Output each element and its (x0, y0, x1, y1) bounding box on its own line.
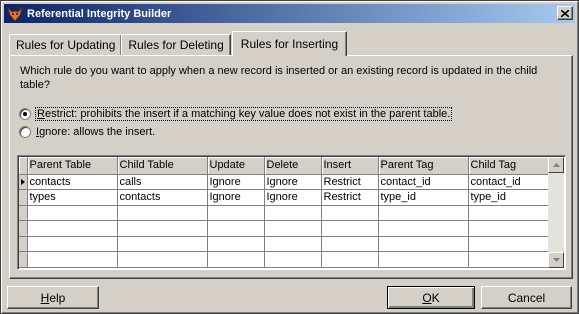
table-row[interactable]: contacts calls Ignore Ignore Restrict contact… (19, 174, 551, 190)
row-selector[interactable] (19, 174, 28, 190)
vertical-scrollbar[interactable] (548, 157, 564, 268)
grid-cell[interactable] (468, 236, 551, 252)
column-header[interactable]: Child Tag (468, 157, 551, 175)
grid-cell[interactable] (117, 251, 208, 268)
rule-question: Which rule do you want to apply when a n… (20, 65, 538, 91)
scroll-down-button[interactable] (548, 252, 564, 268)
tab-rules-updating[interactable]: Rules for Updating (9, 34, 123, 55)
restrict-label[interactable]: Restrict: prohibits the insert if a matc… (34, 107, 453, 121)
grid-cell[interactable]: type_id (378, 189, 469, 206)
grid-cell[interactable]: contact_id (378, 174, 469, 190)
grid-cell[interactable]: Restrict (321, 189, 379, 206)
ok-button[interactable]: OK (387, 286, 475, 309)
restrict-radio[interactable] (19, 108, 31, 120)
column-header[interactable]: Delete (264, 157, 322, 175)
grid-cell[interactable] (378, 251, 469, 268)
grid-header-row: Parent Table Child Table Update Delete I… (19, 157, 551, 175)
grid-corner (19, 157, 28, 175)
grid-cell[interactable]: contacts (117, 189, 208, 206)
grid-cell[interactable] (264, 205, 322, 221)
grid-cell[interactable]: Ignore (264, 174, 322, 190)
grid-cell[interactable] (321, 220, 379, 237)
row-selector[interactable] (19, 220, 28, 237)
grid-cell[interactable]: contacts (27, 174, 118, 190)
grid-cell[interactable] (207, 251, 265, 268)
rules-grid[interactable]: Parent Table Child Table Update Delete I… (17, 155, 566, 270)
grid-cell[interactable]: contact_id (468, 174, 551, 190)
column-header[interactable]: Parent Table (27, 157, 118, 175)
column-header[interactable]: Insert (321, 157, 379, 175)
tab-rules-deleting[interactable]: Rules for Deleting (121, 34, 231, 55)
restrict-option[interactable]: Restrict: prohibits the insert if a matc… (19, 107, 453, 121)
close-button[interactable] (557, 6, 573, 20)
table-row[interactable] (19, 251, 551, 268)
grid-cell[interactable]: types (27, 189, 118, 206)
grid-cell[interactable] (27, 236, 118, 252)
row-selector[interactable] (19, 251, 28, 268)
grid-cell[interactable] (207, 236, 265, 252)
row-selector[interactable] (19, 189, 28, 206)
grid-cell[interactable] (264, 251, 322, 268)
grid-cell[interactable] (378, 205, 469, 221)
grid-cell[interactable] (207, 220, 265, 237)
tab-strip: Rules for Updating Rules for Deleting Ru… (9, 31, 348, 56)
column-header[interactable]: Child Table (117, 157, 208, 175)
table-row[interactable] (19, 220, 551, 237)
current-row-icon (21, 178, 25, 185)
ignore-radio[interactable] (19, 126, 31, 138)
grid-cell[interactable] (468, 251, 551, 268)
grid-cell[interactable] (378, 236, 469, 252)
grid-cell[interactable] (117, 205, 208, 221)
grid-cell[interactable] (378, 220, 469, 237)
grid-cell[interactable] (264, 236, 322, 252)
table-row[interactable] (19, 236, 551, 252)
ignore-option[interactable]: Ignore: allows the insert. (19, 126, 155, 138)
grid-cell[interactable]: calls (117, 174, 208, 190)
fox-icon (7, 6, 23, 22)
title-bar: Referential Integrity Builder (4, 4, 575, 23)
grid-cell[interactable] (321, 205, 379, 221)
grid-cell[interactable] (27, 220, 118, 237)
close-icon (561, 9, 569, 17)
ignore-label[interactable]: Ignore: allows the insert. (36, 126, 155, 138)
grid-cell[interactable] (264, 220, 322, 237)
grid-cell[interactable] (117, 236, 208, 252)
grid-cell[interactable]: Ignore (207, 189, 265, 206)
column-header[interactable]: Update (207, 157, 265, 175)
grid-cell[interactable]: Ignore (207, 174, 265, 190)
grid-cell[interactable] (207, 205, 265, 221)
tab-panel: Which rule do you want to apply when a n… (9, 55, 573, 279)
row-selector[interactable] (19, 205, 28, 221)
grid-cell[interactable]: Ignore (264, 189, 322, 206)
grid-cell[interactable] (468, 220, 551, 237)
column-header[interactable]: Parent Tag (378, 157, 469, 175)
grid-cell[interactable] (117, 220, 208, 237)
grid-cell[interactable] (468, 205, 551, 221)
grid-cell[interactable]: type_id (468, 189, 551, 206)
table-row[interactable]: types contacts Ignore Ignore Restrict type_id… (19, 189, 551, 206)
grid-cell[interactable] (27, 205, 118, 221)
cancel-button[interactable]: Cancel (481, 286, 572, 309)
tab-rules-inserting[interactable]: Rules for Inserting (231, 31, 348, 56)
grid-cell[interactable] (321, 251, 379, 268)
arrow-down-icon (552, 258, 560, 262)
scroll-up-button[interactable] (548, 157, 564, 173)
grid-cell[interactable] (27, 251, 118, 268)
row-selector[interactable] (19, 236, 28, 252)
help-button[interactable]: Help (7, 286, 99, 309)
arrow-up-icon (552, 163, 560, 167)
window-title: Referential Integrity Builder (27, 7, 172, 20)
dialog-window: Referential Integrity Builder Rules for … (0, 0, 579, 314)
grid-cell[interactable]: Restrict (321, 174, 379, 190)
table-row[interactable] (19, 205, 551, 221)
rules-table: Parent Table Child Table Update Delete I… (19, 157, 551, 268)
grid-cell[interactable] (321, 236, 379, 252)
